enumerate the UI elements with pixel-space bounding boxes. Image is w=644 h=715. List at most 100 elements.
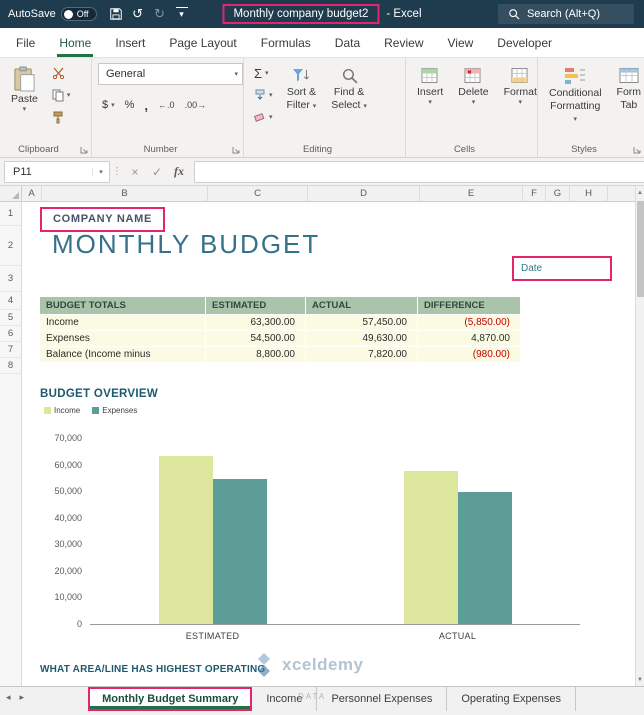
sheet-tab-monthly-budget-summary[interactable]: Monthly Budget Summary	[88, 687, 253, 711]
row-header-7[interactable]: 7	[0, 342, 21, 358]
cancel-icon[interactable]: ×	[124, 162, 146, 182]
row-label-cell[interactable]: Expenses	[40, 331, 206, 347]
budget-table-header-cell[interactable]: ACTUAL	[306, 297, 418, 315]
budget-table-header-cell[interactable]: ESTIMATED	[206, 297, 306, 315]
increase-decimal-button[interactable]: ←.0	[154, 95, 179, 115]
row-header-3[interactable]: 3	[0, 266, 21, 292]
menu-tab-formulas[interactable]: Formulas	[249, 28, 323, 57]
styles-dialog-launcher[interactable]	[633, 146, 641, 154]
column-header-f[interactable]: F	[523, 186, 546, 201]
scrollbar-thumb[interactable]	[636, 201, 644, 297]
column-header-b[interactable]: B	[42, 186, 208, 201]
row-header-5[interactable]: 5	[0, 310, 21, 326]
column-header-d[interactable]: D	[308, 186, 420, 201]
column-header-g[interactable]: G	[546, 186, 570, 201]
actual-value-cell[interactable]: 7,820.00	[306, 347, 418, 363]
menu-tab-home[interactable]: Home	[47, 28, 103, 57]
formula-input[interactable]	[194, 160, 644, 183]
row-label-cell[interactable]: Balance (Income minus	[40, 347, 206, 363]
legend-item-expenses[interactable]: Expenses	[92, 406, 137, 415]
save-icon[interactable]	[105, 3, 127, 25]
autosave-toggle[interactable]: AutoSave Off	[8, 7, 97, 21]
budget-table-header-cell[interactable]: BUDGET TOTALS	[40, 297, 206, 315]
number-format-select[interactable]: General ▾	[98, 63, 243, 85]
menu-tab-review[interactable]: Review	[372, 28, 435, 57]
clear-button[interactable]: ▾	[250, 107, 277, 127]
percent-style-button[interactable]: %	[121, 95, 139, 115]
menu-tab-data[interactable]: Data	[323, 28, 372, 57]
bar-income-actual[interactable]	[403, 471, 458, 624]
format-cells-button[interactable]: Format ▾	[499, 63, 537, 141]
menu-tab-file[interactable]: File	[4, 28, 47, 57]
paste-button[interactable]: Paste ▾	[6, 63, 43, 141]
accounting-format-button[interactable]: $ ▾	[98, 95, 119, 115]
sheet-main-title[interactable]: MONTHLY BUDGET	[52, 229, 320, 260]
difference-value-cell[interactable]: (980.00)	[418, 347, 521, 363]
row-header-6[interactable]: 6	[0, 326, 21, 342]
autosave-switch[interactable]: Off	[60, 7, 97, 21]
find-select-button[interactable]: Find & Select ▾	[326, 63, 372, 141]
actual-value-cell[interactable]: 49,630.00	[306, 331, 418, 347]
difference-value-cell[interactable]: (5,850.00)	[418, 315, 521, 331]
estimated-value-cell[interactable]: 54,500.00	[206, 331, 306, 347]
sheet-tab-personnel-expenses[interactable]: Personnel Expenses	[317, 687, 448, 711]
comma-style-button[interactable]: ,	[140, 95, 152, 115]
menu-tab-view[interactable]: View	[436, 28, 486, 57]
name-box[interactable]: P11 ▾	[4, 160, 110, 183]
row-header-1[interactable]: 1	[0, 202, 21, 226]
sheet-tab-income[interactable]: Income	[252, 687, 318, 711]
column-header-e[interactable]: E	[420, 186, 523, 201]
format-painter-button[interactable]	[48, 107, 75, 127]
column-header-c[interactable]: C	[208, 186, 308, 201]
actual-value-cell[interactable]: 57,450.00	[306, 315, 418, 331]
bar-income-estimated[interactable]	[158, 456, 213, 624]
estimated-value-cell[interactable]: 63,300.00	[206, 315, 306, 331]
row-header-4[interactable]: 4	[0, 292, 21, 310]
format-label: Format	[503, 86, 537, 98]
enter-icon[interactable]: ✓	[146, 162, 168, 182]
insert-function-icon[interactable]: fx	[168, 162, 190, 182]
vertical-scrollbar[interactable]: ▲ ▼	[635, 186, 644, 686]
budget-table: BUDGET TOTALS ESTIMATED ACTUAL DIFFERENCE In…	[40, 297, 521, 363]
decrease-decimal-button[interactable]: .00→	[181, 95, 211, 115]
estimated-value-cell[interactable]: 8,800.00	[206, 347, 306, 363]
copy-button[interactable]: ▾	[48, 85, 75, 105]
redo-icon[interactable]: ↻	[149, 3, 171, 25]
sort-filter-button[interactable]: Sort & Filter ▾	[282, 63, 322, 141]
scroll-up-icon[interactable]: ▲	[637, 186, 643, 199]
search-box[interactable]: Search (Alt+Q)	[497, 4, 634, 24]
sheet-nav-right-icon[interactable]: ▸	[20, 692, 25, 703]
scroll-down-icon[interactable]: ▼	[637, 673, 643, 686]
row-header-2[interactable]: 2	[0, 226, 21, 266]
column-header-h[interactable]: H	[570, 186, 608, 201]
quick-access-toolbar-dropdown-icon[interactable]: ▾	[171, 3, 193, 25]
undo-icon[interactable]: ↺	[127, 3, 149, 25]
sheet-nav-left-icon[interactable]: ◂	[6, 692, 11, 703]
legend-item-income[interactable]: Income	[44, 406, 80, 415]
bar-expenses-estimated[interactable]	[212, 479, 267, 624]
bar-expenses-actual[interactable]	[457, 492, 512, 624]
insert-cells-button[interactable]: Insert ▾	[412, 63, 448, 141]
row-label-cell[interactable]: Income	[40, 315, 206, 331]
sheet-tab-operating-expenses[interactable]: Operating Expenses	[447, 687, 577, 711]
menu-tab-insert[interactable]: Insert	[103, 28, 157, 57]
delete-cells-button[interactable]: Delete ▾	[453, 63, 493, 141]
clipboard-dialog-launcher[interactable]	[80, 146, 88, 154]
budget-table-header-cell[interactable]: DIFFERENCE	[418, 297, 521, 315]
autosum-button[interactable]: Σ ▾	[250, 63, 277, 83]
difference-value-cell[interactable]: 4,870.00	[418, 331, 521, 347]
menu-tab-developer[interactable]: Developer	[485, 28, 564, 57]
fill-button[interactable]: ▾	[250, 85, 277, 105]
number-dialog-launcher[interactable]	[232, 146, 240, 154]
grid-canvas[interactable]: COMPANY NAME MONTHLY BUDGET Date BUDGET …	[22, 202, 635, 686]
select-all-corner[interactable]	[0, 186, 22, 202]
conditional-formatting-button[interactable]: Conditional Formatting ▾	[544, 63, 607, 141]
row-header-8[interactable]: 8	[0, 358, 21, 374]
format-as-table-button[interactable]: Form Tab	[612, 63, 644, 141]
name-box-dropdown-icon[interactable]: ▾	[92, 167, 109, 176]
date-cell[interactable]: Date	[512, 256, 612, 281]
budget-chart[interactable]: 70,000 60,000 50,000 40,000 30,000 20,000 10,0…	[36, 433, 580, 629]
cut-button[interactable]	[48, 63, 75, 83]
menu-tab-page-layout[interactable]: Page Layout	[157, 28, 248, 57]
column-header-a[interactable]: A	[22, 186, 42, 201]
